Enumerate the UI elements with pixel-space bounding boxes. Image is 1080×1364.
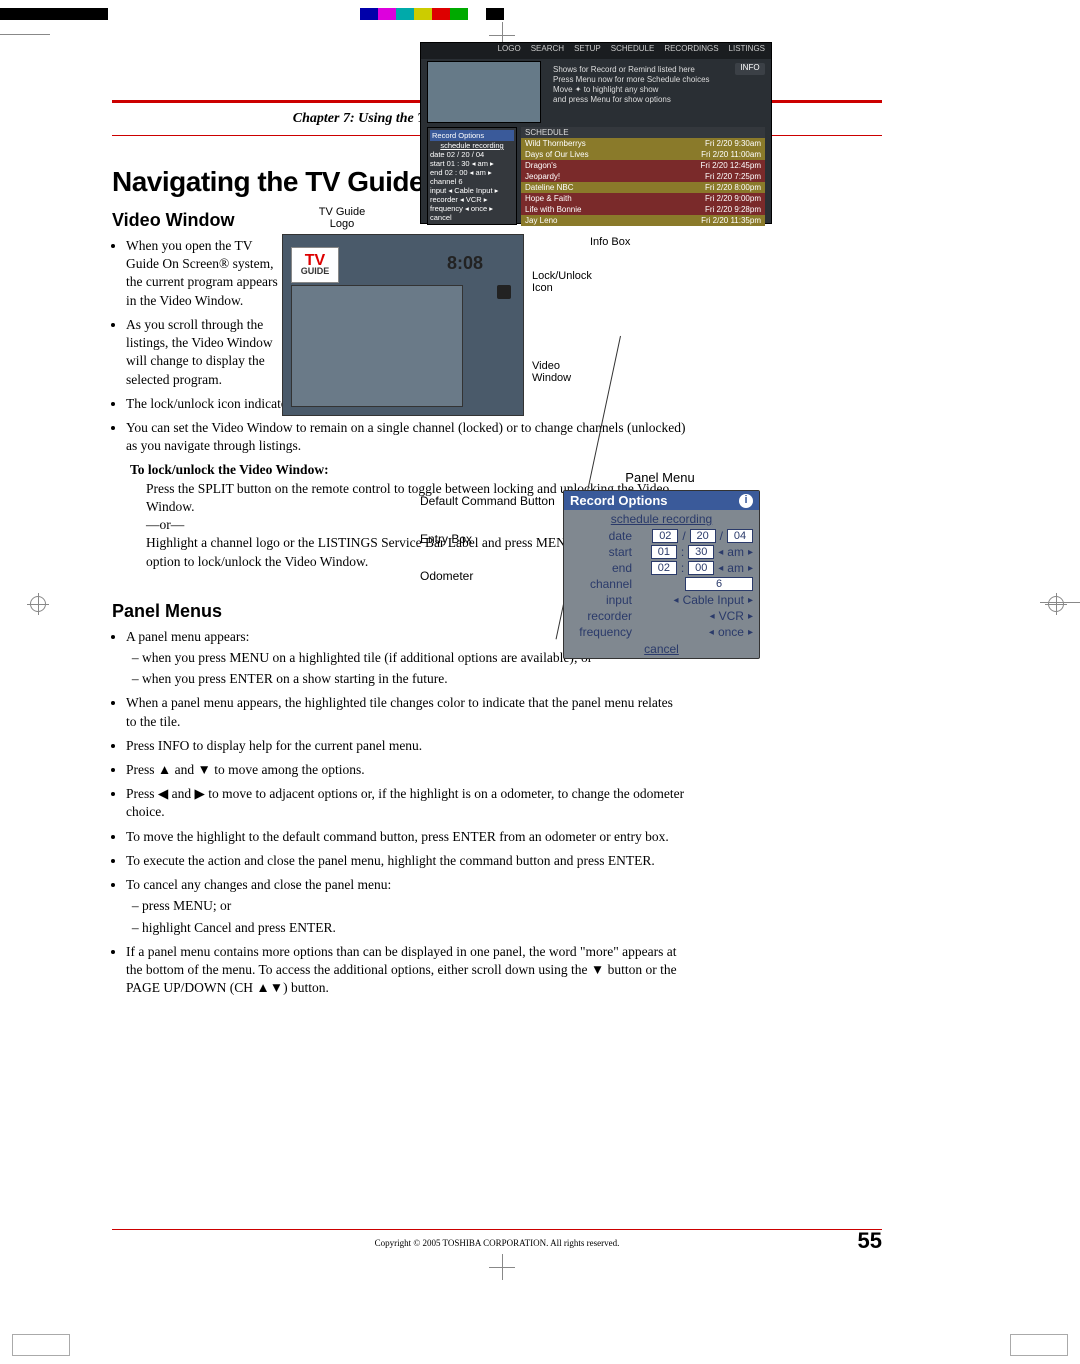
- guide-schedule-list: SCHEDULE Wild ThornberrysFri 2/20 9:30am…: [521, 127, 765, 226]
- callout-entry-box: Entry Box: [420, 532, 555, 548]
- copyright: Copyright © 2005 TOSHIBA CORPORATION. Al…: [112, 1238, 882, 1248]
- panel-menu-title: Panel Menu: [560, 470, 760, 485]
- bottom-crop-marks: [12, 1334, 1068, 1356]
- guide-video-thumb: [427, 61, 541, 123]
- tv-guide-logo-icon: TVGUIDE: [291, 247, 339, 283]
- lock-icon: [497, 285, 511, 299]
- video-window-bullets-narrow: When you open the TV Guide On Screen® sy…: [126, 237, 286, 389]
- video-window-figure: TVGUIDE 8:08: [282, 234, 524, 416]
- panel-row-channel: channel6: [564, 576, 759, 592]
- info-icon: i: [739, 494, 753, 508]
- callout-default-command: Default Command Button: [420, 494, 555, 510]
- panel-head-title: Record Options: [570, 493, 668, 508]
- video-window-preview: [291, 285, 463, 407]
- panel-row-input: input◂Cable Input▸: [564, 592, 759, 608]
- panel-row-end: end02:00◂am▸: [564, 560, 759, 576]
- callout-odometer: Odometer: [420, 569, 555, 585]
- callout-video-window: Video Window: [532, 360, 592, 384]
- panel-callout-labels: Default Command Button Entry Box Odomete…: [420, 494, 555, 607]
- panel-row-frequency: frequency◂once▸: [564, 624, 759, 640]
- page-number: 55: [858, 1228, 882, 1254]
- panel-row-start: start01:30◂am▸: [564, 544, 759, 560]
- callout-tvguide-logo: TV Guide Logo: [312, 206, 372, 230]
- rule-bottom: [112, 1229, 882, 1230]
- panel-menus-bullets: A panel menu appears: when you press MEN…: [126, 628, 686, 998]
- callout-infobox: Info Box: [590, 236, 630, 248]
- panel-row-recorder: recorder◂VCR▸: [564, 608, 759, 624]
- guide-record-options: Record Options schedule recording date 0…: [427, 127, 517, 225]
- clock-display: 8:08: [447, 253, 483, 274]
- panel-row-date: date02/20/04: [564, 528, 759, 544]
- color-registration-strip: [0, 8, 1080, 20]
- guide-infobox: Shows for Record or Remind listed herePr…: [551, 63, 763, 125]
- panel-command-button: schedule recording: [564, 510, 759, 528]
- panel-menu-box: Record Options i schedule recording date0…: [563, 490, 760, 659]
- guide-screenshot: LOGOSEARCHSETUPSCHEDULERECORDINGSLISTING…: [420, 42, 772, 224]
- panel-cancel-button: cancel: [564, 640, 759, 658]
- callout-lock: Lock/Unlock Icon: [532, 270, 602, 294]
